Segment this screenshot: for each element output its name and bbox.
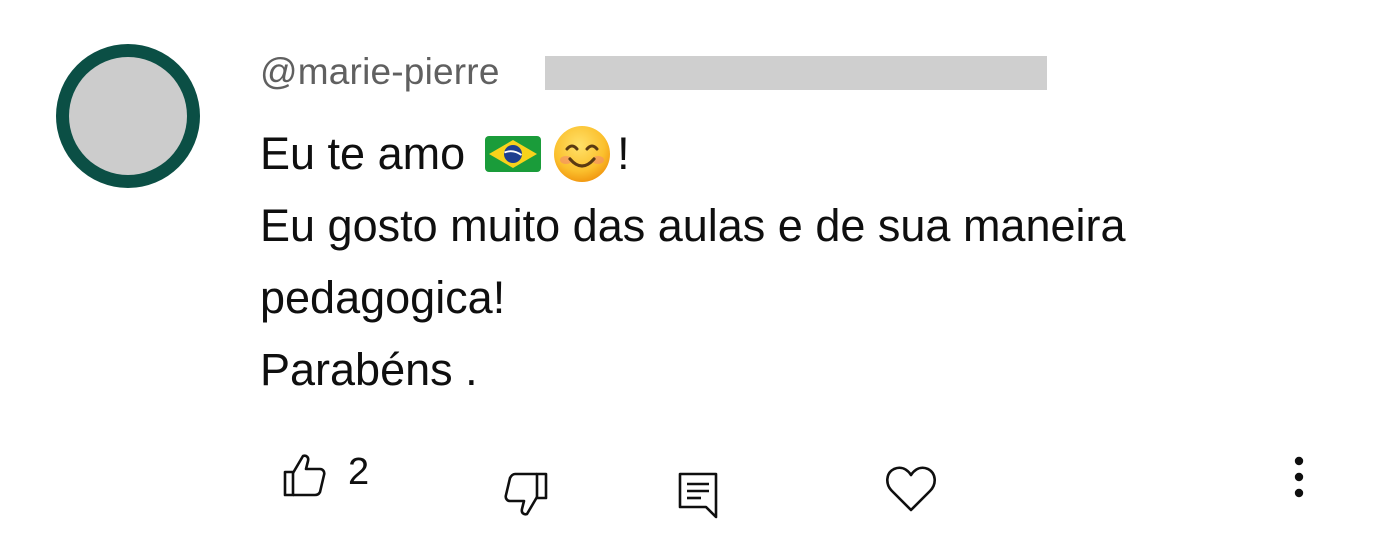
dislike-button[interactable] — [500, 470, 550, 518]
reply-icon — [676, 470, 720, 520]
like-button[interactable]: 2 — [282, 450, 370, 498]
more-options-button[interactable] — [1284, 452, 1314, 502]
comment-header: @marie-pierre — [260, 50, 500, 94]
comment-line-2: Eu gosto muito das aulas e de sua maneir… — [260, 200, 1126, 251]
smiling-face-emoji — [553, 125, 611, 183]
comment-line-1-suffix: ! — [617, 128, 630, 179]
comment-line-4: Parabéns . — [260, 344, 478, 395]
comment-body: Eu te amo ! Eu gosto muito das aulas e d… — [260, 118, 1126, 406]
avatar-image — [69, 57, 187, 175]
redacted-region — [545, 56, 1047, 90]
more-vertical-icon — [1284, 452, 1314, 502]
comment-line-3: pedagogica! — [260, 272, 506, 323]
author-handle[interactable]: @marie-pierre — [260, 51, 500, 93]
thumbs-down-icon — [500, 470, 550, 518]
like-count: 2 — [348, 450, 370, 493]
brazil-flag-emoji — [485, 136, 542, 172]
comment-line-1: Eu te amo ! — [260, 118, 1126, 190]
avatar[interactable] — [56, 44, 200, 188]
reply-button[interactable] — [676, 470, 720, 520]
thumbs-up-icon — [282, 452, 326, 498]
heart-icon — [884, 464, 938, 514]
heart-button[interactable] — [884, 464, 938, 514]
comment-line-1-text: Eu te amo — [260, 128, 466, 179]
